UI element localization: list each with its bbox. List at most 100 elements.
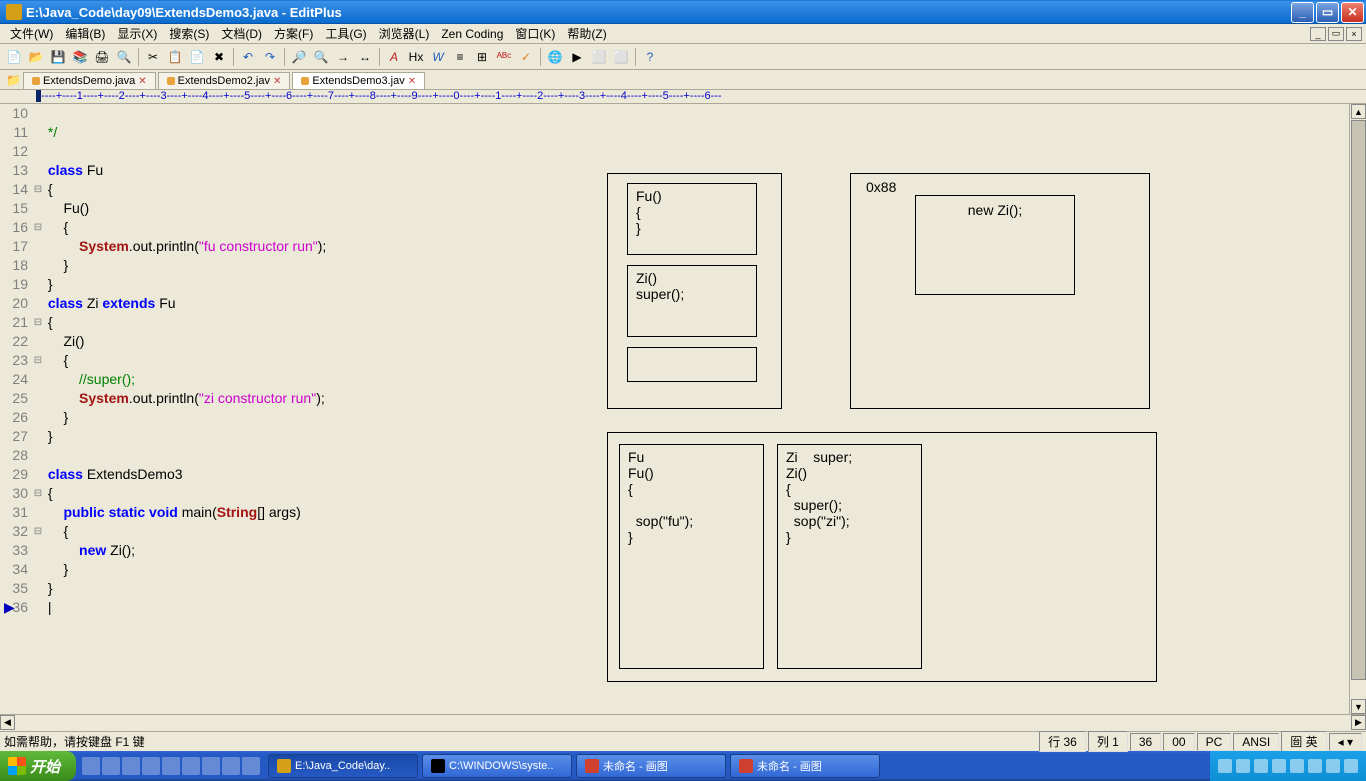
minimize-button[interactable]: _ bbox=[1291, 2, 1314, 23]
ql-icon[interactable] bbox=[162, 757, 180, 775]
menu-edit[interactable]: 编辑(B) bbox=[59, 23, 111, 44]
ql-icon[interactable] bbox=[202, 757, 220, 775]
tab-extendsdemo2[interactable]: ExtendsDemo2.jav✕ bbox=[158, 72, 291, 89]
scroll-left-icon[interactable]: ◀ bbox=[0, 715, 15, 730]
redo-icon[interactable]: ↷ bbox=[260, 47, 280, 67]
ql-icon[interactable] bbox=[142, 757, 160, 775]
check-icon[interactable]: ✓ bbox=[516, 47, 536, 67]
diagram-address: 0x88 bbox=[866, 179, 896, 195]
code-line[interactable]: 26 } bbox=[4, 408, 1366, 427]
scroll-up-icon[interactable]: ▲ bbox=[1351, 104, 1366, 119]
cut-icon[interactable]: ✂ bbox=[143, 47, 163, 67]
tray-icon[interactable] bbox=[1344, 759, 1358, 773]
hex-icon[interactable]: Hx bbox=[406, 47, 426, 67]
mdi-close-button[interactable]: × bbox=[1346, 27, 1362, 41]
menubar: 文件(W) 编辑(B) 显示(X) 搜索(S) 文档(D) 方案(F) 工具(G… bbox=[0, 24, 1366, 44]
task-cmd[interactable]: C:\WINDOWS\syste.. bbox=[422, 754, 572, 778]
maximize-button[interactable]: ▭ bbox=[1316, 2, 1339, 23]
app-icon bbox=[6, 4, 22, 20]
mdi-restore-button[interactable]: ▭ bbox=[1328, 27, 1344, 41]
scroll-down-icon[interactable]: ▼ bbox=[1351, 699, 1366, 714]
tool1-icon[interactable]: ⬜ bbox=[589, 47, 609, 67]
goto-icon[interactable]: → bbox=[333, 47, 353, 67]
status-enc: ANSI bbox=[1233, 733, 1279, 751]
systray[interactable] bbox=[1210, 751, 1366, 781]
menu-help[interactable]: 帮助(Z) bbox=[561, 23, 612, 44]
save-icon[interactable]: 💾 bbox=[48, 47, 68, 67]
new-icon[interactable]: 📄 bbox=[4, 47, 24, 67]
code-line[interactable]: 10 bbox=[4, 104, 1366, 123]
tray-icon[interactable] bbox=[1254, 759, 1268, 773]
ql-icon[interactable] bbox=[82, 757, 100, 775]
menu-browser[interactable]: 浏览器(L) bbox=[373, 23, 436, 44]
scroll-thumb[interactable] bbox=[1351, 120, 1366, 680]
task-paint1[interactable]: 未命名 - 画图 bbox=[576, 754, 726, 778]
menu-window[interactable]: 窗口(K) bbox=[509, 23, 561, 44]
scroll-right-icon[interactable]: ▶ bbox=[1351, 715, 1366, 730]
tray-icon[interactable] bbox=[1308, 759, 1322, 773]
tray-icon[interactable] bbox=[1236, 759, 1250, 773]
ql-icon[interactable] bbox=[222, 757, 240, 775]
status-ime[interactable]: 囼 英 bbox=[1281, 731, 1326, 752]
delete-icon[interactable]: ✖ bbox=[209, 47, 229, 67]
help-icon[interactable]: ? bbox=[640, 47, 660, 67]
indent-icon[interactable]: ≡ bbox=[450, 47, 470, 67]
ql-icon[interactable] bbox=[242, 757, 260, 775]
horizontal-scrollbar[interactable]: ◀ ▶ bbox=[0, 714, 1366, 731]
undo-icon[interactable]: ↶ bbox=[238, 47, 258, 67]
menu-file[interactable]: 文件(W) bbox=[4, 23, 59, 44]
taskbar: 开始 E:\Java_Code\day.. C:\WINDOWS\syste..… bbox=[0, 751, 1366, 781]
titlebar: E:\Java_Code\day09\ExtendsDemo3.java - E… bbox=[0, 0, 1366, 24]
open-icon[interactable]: 📂 bbox=[26, 47, 46, 67]
spell-icon[interactable]: ᴬᴮᶜ bbox=[494, 47, 514, 67]
paste-icon[interactable]: 📄 bbox=[187, 47, 207, 67]
goto2-icon[interactable]: ↔ bbox=[355, 47, 375, 67]
tab-extendsdemo3[interactable]: ExtendsDemo3.jav✕ bbox=[292, 72, 425, 89]
ql-icon[interactable] bbox=[182, 757, 200, 775]
tray-icon[interactable] bbox=[1290, 759, 1304, 773]
menu-project[interactable]: 方案(F) bbox=[268, 23, 319, 44]
quicklaunch bbox=[76, 757, 266, 775]
menu-tool[interactable]: 工具(G) bbox=[319, 23, 372, 44]
tray-icon[interactable] bbox=[1326, 759, 1340, 773]
diagram-newzi: new Zi(); bbox=[915, 195, 1075, 295]
tool2-icon[interactable]: ⬜ bbox=[611, 47, 631, 67]
tab-extendsdemo[interactable]: ExtendsDemo.java✕ bbox=[23, 72, 156, 89]
menu-zen[interactable]: Zen Coding bbox=[435, 25, 509, 43]
browser-icon[interactable]: 🌐 bbox=[545, 47, 565, 67]
diagram-empty-frame bbox=[627, 347, 757, 382]
window-title: E:\Java_Code\day09\ExtendsDemo3.java - E… bbox=[26, 5, 342, 20]
menu-view[interactable]: 显示(X) bbox=[111, 23, 163, 44]
start-button[interactable]: 开始 bbox=[0, 751, 76, 781]
vertical-scrollbar[interactable]: ▲ ▼ bbox=[1349, 104, 1366, 714]
ruler: ----+----1----+----2----+----3----+----4… bbox=[0, 90, 1366, 104]
print-icon[interactable]: 🖨 bbox=[92, 47, 112, 67]
font-icon[interactable]: A bbox=[384, 47, 404, 67]
ql-icon[interactable] bbox=[102, 757, 120, 775]
close-button[interactable]: ✕ bbox=[1341, 2, 1364, 23]
task-paint2[interactable]: 未命名 - 画图 bbox=[730, 754, 880, 778]
replace-icon[interactable]: 🔍 bbox=[311, 47, 331, 67]
find-icon[interactable]: 🔎 bbox=[289, 47, 309, 67]
ql-icon[interactable] bbox=[122, 757, 140, 775]
diagram-fu-frame: Fu() { } bbox=[627, 183, 757, 255]
tab-list-icon[interactable]: 📁 bbox=[4, 71, 23, 89]
saveall-icon[interactable]: 📚 bbox=[70, 47, 90, 67]
mdi-minimize-button[interactable]: _ bbox=[1310, 27, 1326, 41]
tray-icon[interactable] bbox=[1218, 759, 1232, 773]
status-sel: 00 bbox=[1163, 733, 1194, 751]
editor[interactable]: 1011 */1213 class Fu14⊟ {15 Fu()16⊟ {17 … bbox=[0, 104, 1366, 714]
wrap-icon[interactable]: W bbox=[428, 47, 448, 67]
run-icon[interactable]: ▶ bbox=[567, 47, 587, 67]
list-icon[interactable]: ⊞ bbox=[472, 47, 492, 67]
code-line[interactable]: 11 */ bbox=[4, 123, 1366, 142]
status-extra[interactable]: ◂ ▾ bbox=[1329, 733, 1362, 751]
code-line[interactable]: 12 bbox=[4, 142, 1366, 161]
tray-icon[interactable] bbox=[1272, 759, 1286, 773]
status-col: 列 1 bbox=[1088, 731, 1128, 752]
menu-search[interactable]: 搜索(S) bbox=[163, 23, 215, 44]
task-editplus[interactable]: E:\Java_Code\day.. bbox=[268, 754, 418, 778]
copy-icon[interactable]: 📋 bbox=[165, 47, 185, 67]
preview-icon[interactable]: 🔍 bbox=[114, 47, 134, 67]
menu-document[interactable]: 文档(D) bbox=[215, 23, 268, 44]
